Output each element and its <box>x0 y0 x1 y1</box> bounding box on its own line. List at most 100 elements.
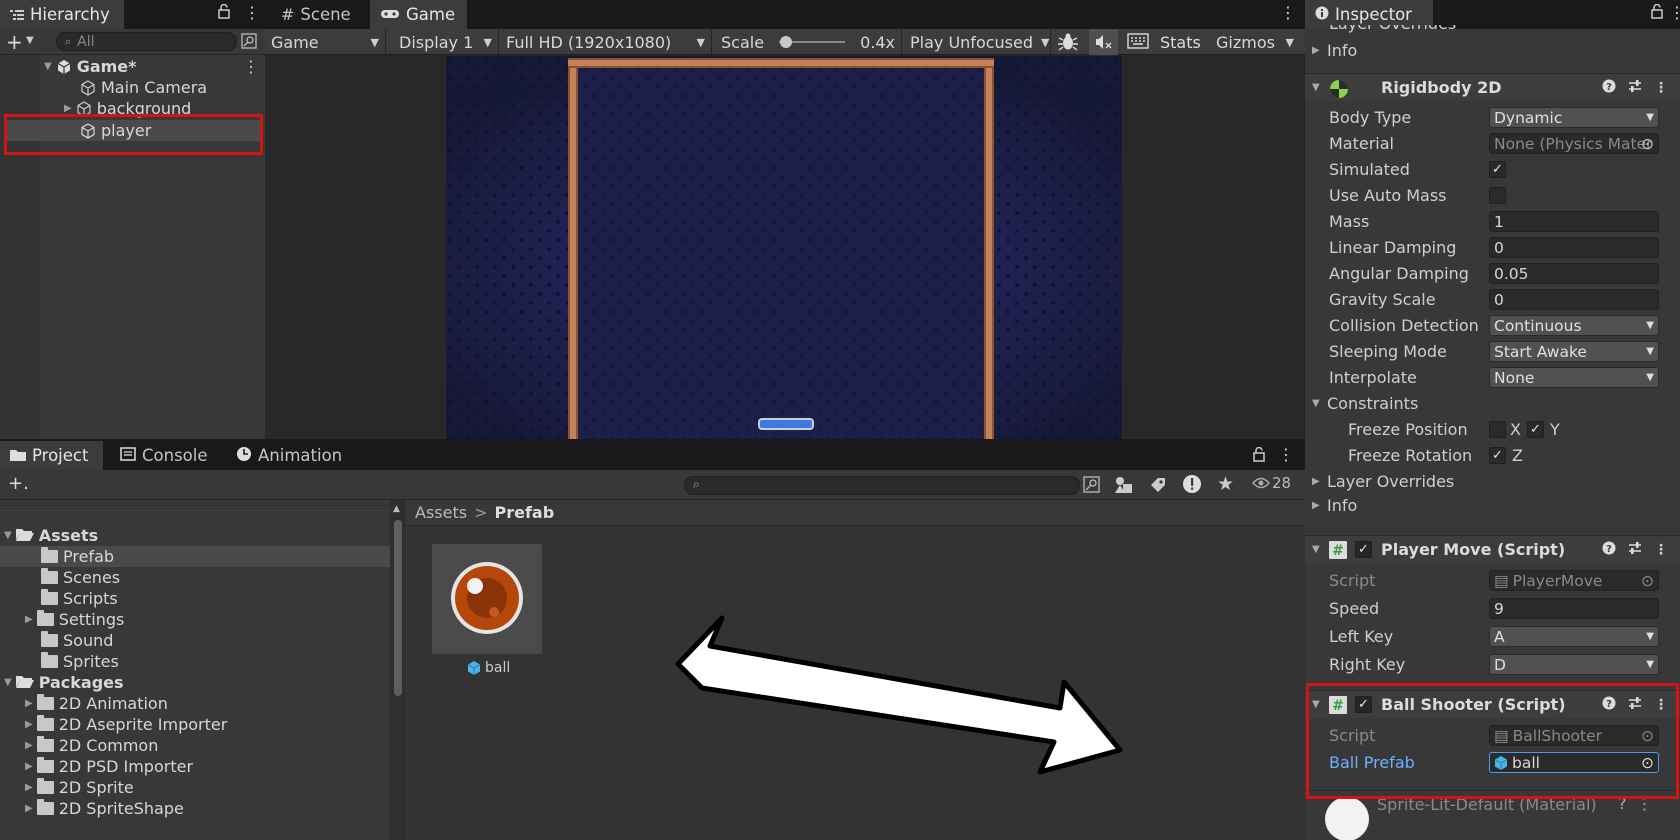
scroll-up-icon[interactable]: ▲ <box>393 504 400 514</box>
game-kebab-icon[interactable]: ⋮ <box>1280 3 1296 22</box>
warning-filter-icon[interactable] <box>1182 474 1202 498</box>
script-object-field[interactable]: ▤ BallShooter ⊙ <box>1489 725 1659 746</box>
speed-input[interactable]: 9 <box>1489 598 1659 619</box>
object-picker-icon[interactable]: ⊙ <box>1641 135 1654 153</box>
gravity-scale-input[interactable]: 0 <box>1489 289 1659 310</box>
tab-scene[interactable]: # Scene <box>271 0 363 29</box>
tree-package-item[interactable]: ▶ 2D Sprite <box>25 777 134 798</box>
inspector-kebab-icon[interactable]: ⋮ <box>1669 3 1680 22</box>
expand-arrow-icon[interactable]: ▼ <box>4 530 12 541</box>
tab-animation[interactable]: Animation <box>226 441 356 470</box>
view-mode-dropdown[interactable]: Game ▼ <box>265 29 386 55</box>
lock-icon[interactable] <box>218 3 230 23</box>
tree-item-sound[interactable]: Sound <box>41 630 113 651</box>
kebab-menu-icon[interactable]: ⋮ <box>244 3 260 22</box>
script-object-field[interactable]: ▤ PlayerMove ⊙ <box>1489 570 1659 591</box>
hidden-packages-toggle[interactable]: 28 <box>1252 474 1291 492</box>
rigidbody-info-foldout[interactable]: ▶ Info <box>1305 493 1680 518</box>
expand-arrow-icon[interactable]: ▶ <box>25 740 33 751</box>
component-kebab-icon[interactable]: ⋮ <box>1637 794 1653 813</box>
tab-console[interactable]: Console <box>110 441 220 470</box>
hierarchy-item-background[interactable]: ▶ background <box>64 98 191 119</box>
freeze-pos-y-checkbox[interactable]: ✓ <box>1527 421 1544 438</box>
lock-icon[interactable] <box>1253 446 1265 466</box>
tab-game[interactable]: Game <box>370 0 467 29</box>
ball-shooter-header[interactable]: ▼ # ✓ Ball Shooter (Script) ? ⋮ <box>1305 690 1680 718</box>
expand-arrow-icon[interactable]: ▶ <box>25 761 33 772</box>
tree-package-item[interactable]: ▶ 2D PSD Importer <box>25 756 193 777</box>
breadcrumb-assets[interactable]: Assets <box>415 503 467 522</box>
search-by-type-icon[interactable] <box>1083 476 1101 498</box>
tab-project[interactable]: Project <box>0 441 103 470</box>
expand-arrow-icon[interactable]: ▼ <box>1312 398 1320 409</box>
expand-arrow-icon[interactable]: ▶ <box>25 698 33 709</box>
object-picker-icon[interactable]: ⊙ <box>1641 754 1654 772</box>
preset-sliders-icon[interactable] <box>1628 79 1642 97</box>
label-tag-icon[interactable] <box>1149 476 1167 498</box>
breadcrumb-prefab[interactable]: Prefab <box>494 503 554 522</box>
hierarchy-item-player[interactable]: player <box>6 120 262 141</box>
tree-assets-root[interactable]: ▼ Assets <box>4 525 98 546</box>
ball-shooter-enabled-checkbox[interactable]: ✓ <box>1355 696 1372 713</box>
tree-package-item[interactable]: ▶ 2D Common <box>25 735 158 756</box>
expand-arrow-icon[interactable]: ▶ <box>25 803 33 814</box>
tab-hierarchy[interactable]: Hierarchy <box>0 0 124 29</box>
expand-arrow-icon[interactable]: ▼ <box>4 677 12 688</box>
mass-input[interactable]: 1 <box>1489 211 1659 232</box>
auto-mass-checkbox[interactable] <box>1489 187 1506 204</box>
tree-item-prefab[interactable]: Prefab <box>0 546 390 567</box>
linear-damping-input[interactable]: 0 <box>1489 237 1659 258</box>
stats-button[interactable]: Stats <box>1160 33 1201 52</box>
bug-icon[interactable] <box>1057 32 1079 56</box>
expand-arrow-icon[interactable]: ▼ <box>1312 544 1320 555</box>
info-row[interactable]: ▶ Info <box>1305 38 1680 63</box>
scale-slider[interactable]: Scale 0.4x <box>715 29 902 55</box>
expand-arrow-icon[interactable]: ▼ <box>1312 82 1320 93</box>
scale-track[interactable] <box>779 36 846 48</box>
asset-thumbnail[interactable] <box>432 544 542 654</box>
keyboard-icon[interactable] <box>1127 33 1149 53</box>
filter-type-icon[interactable] <box>1114 476 1134 498</box>
tree-item-scripts[interactable]: Scripts <box>41 588 118 609</box>
sleeping-mode-dropdown[interactable]: Start Awake ▼ <box>1489 341 1659 362</box>
display-dropdown[interactable]: Display 1 ▼ <box>393 29 499 55</box>
tree-item-settings[interactable]: ▶ Settings <box>25 609 124 630</box>
freeze-pos-x-checkbox[interactable] <box>1489 421 1506 438</box>
create-asset-icon[interactable]: +. <box>8 473 29 494</box>
left-key-dropdown[interactable]: A ▼ <box>1489 626 1659 647</box>
chevron-down-icon[interactable]: ▼ <box>26 35 34 46</box>
freeze-rot-z-checkbox[interactable]: ✓ <box>1489 447 1506 464</box>
tree-scrollbar[interactable]: ▲ <box>390 500 406 840</box>
expand-arrow-icon[interactable]: ▼ <box>44 61 52 72</box>
help-icon[interactable]: ? <box>1602 79 1616 97</box>
hierarchy-search-input[interactable]: ⌕ All <box>56 32 237 51</box>
expand-arrow-icon[interactable]: ▶ <box>64 103 72 114</box>
gizmos-dropdown[interactable]: Gizmos ▼ <box>1210 29 1300 55</box>
rigidbody-header[interactable]: ▼ Rigidbody 2D ? ⋮ <box>1305 73 1680 101</box>
component-kebab-icon[interactable]: ⋮ <box>1654 80 1668 96</box>
expand-arrow-icon[interactable]: ▶ <box>1312 500 1320 511</box>
interpolate-dropdown[interactable]: None ▼ <box>1489 367 1659 388</box>
component-kebab-icon[interactable]: ⋮ <box>1654 542 1668 558</box>
tree-packages-root[interactable]: ▼ Packages <box>4 672 124 693</box>
mute-audio-button[interactable] <box>1089 29 1118 55</box>
tree-package-item[interactable]: ▶ 2D Aseprite Importer <box>25 714 227 735</box>
material-object-field[interactable]: None (Physics Mater ⊙ <box>1489 133 1659 154</box>
preset-sliders-icon[interactable] <box>1628 541 1642 559</box>
project-search-input[interactable]: ⌕ <box>684 476 1080 495</box>
angular-damping-input[interactable]: 0.05 <box>1489 263 1659 284</box>
collision-detection-dropdown[interactable]: Continuous ▼ <box>1489 315 1659 336</box>
preset-sliders-icon[interactable] <box>1628 696 1642 714</box>
help-icon[interactable]: ? <box>1618 794 1627 813</box>
simulated-checkbox[interactable]: ✓ <box>1489 161 1506 178</box>
ball-prefab-object-field[interactable]: ball ⊙ <box>1489 752 1659 773</box>
tree-item-scenes[interactable]: Scenes <box>41 567 120 588</box>
resolution-dropdown[interactable]: Full HD (1920x1080) ▼ <box>500 29 712 55</box>
help-icon[interactable]: ? <box>1602 696 1616 714</box>
scale-thumb[interactable] <box>780 36 793 48</box>
play-mode-dropdown[interactable]: Play Unfocused ▼ <box>904 29 1051 55</box>
add-icon[interactable]: + <box>6 30 23 54</box>
hierarchy-item-main-camera[interactable]: Main Camera <box>80 77 207 98</box>
constraints-foldout[interactable]: ▼ Constraints <box>1305 391 1680 416</box>
scene-menu-icon[interactable]: ⋮ <box>243 57 259 76</box>
